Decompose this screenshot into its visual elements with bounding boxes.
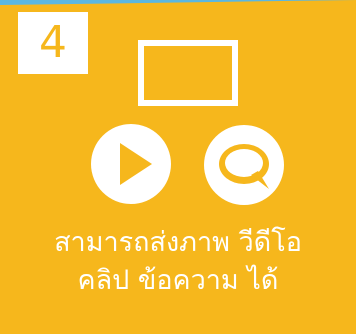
caption: สามารถส่งภาพ วีดีโอ คลิป ข้อความ ได้	[0, 224, 356, 300]
step-number: 4	[39, 17, 67, 68]
caption-line-2: คลิป ข้อความ ได้	[77, 265, 279, 296]
screen-icon	[138, 40, 238, 106]
step-number-badge: 4	[18, 12, 88, 74]
caption-line-1: สามารถส่งภาพ วีดีโอ	[54, 227, 302, 258]
feature-card: 4 สามารถส่งภาพ วีดีโอ คลิป ข้อความ ได้	[0, 0, 356, 334]
play-icon	[91, 124, 171, 204]
chat-icon	[204, 125, 284, 205]
